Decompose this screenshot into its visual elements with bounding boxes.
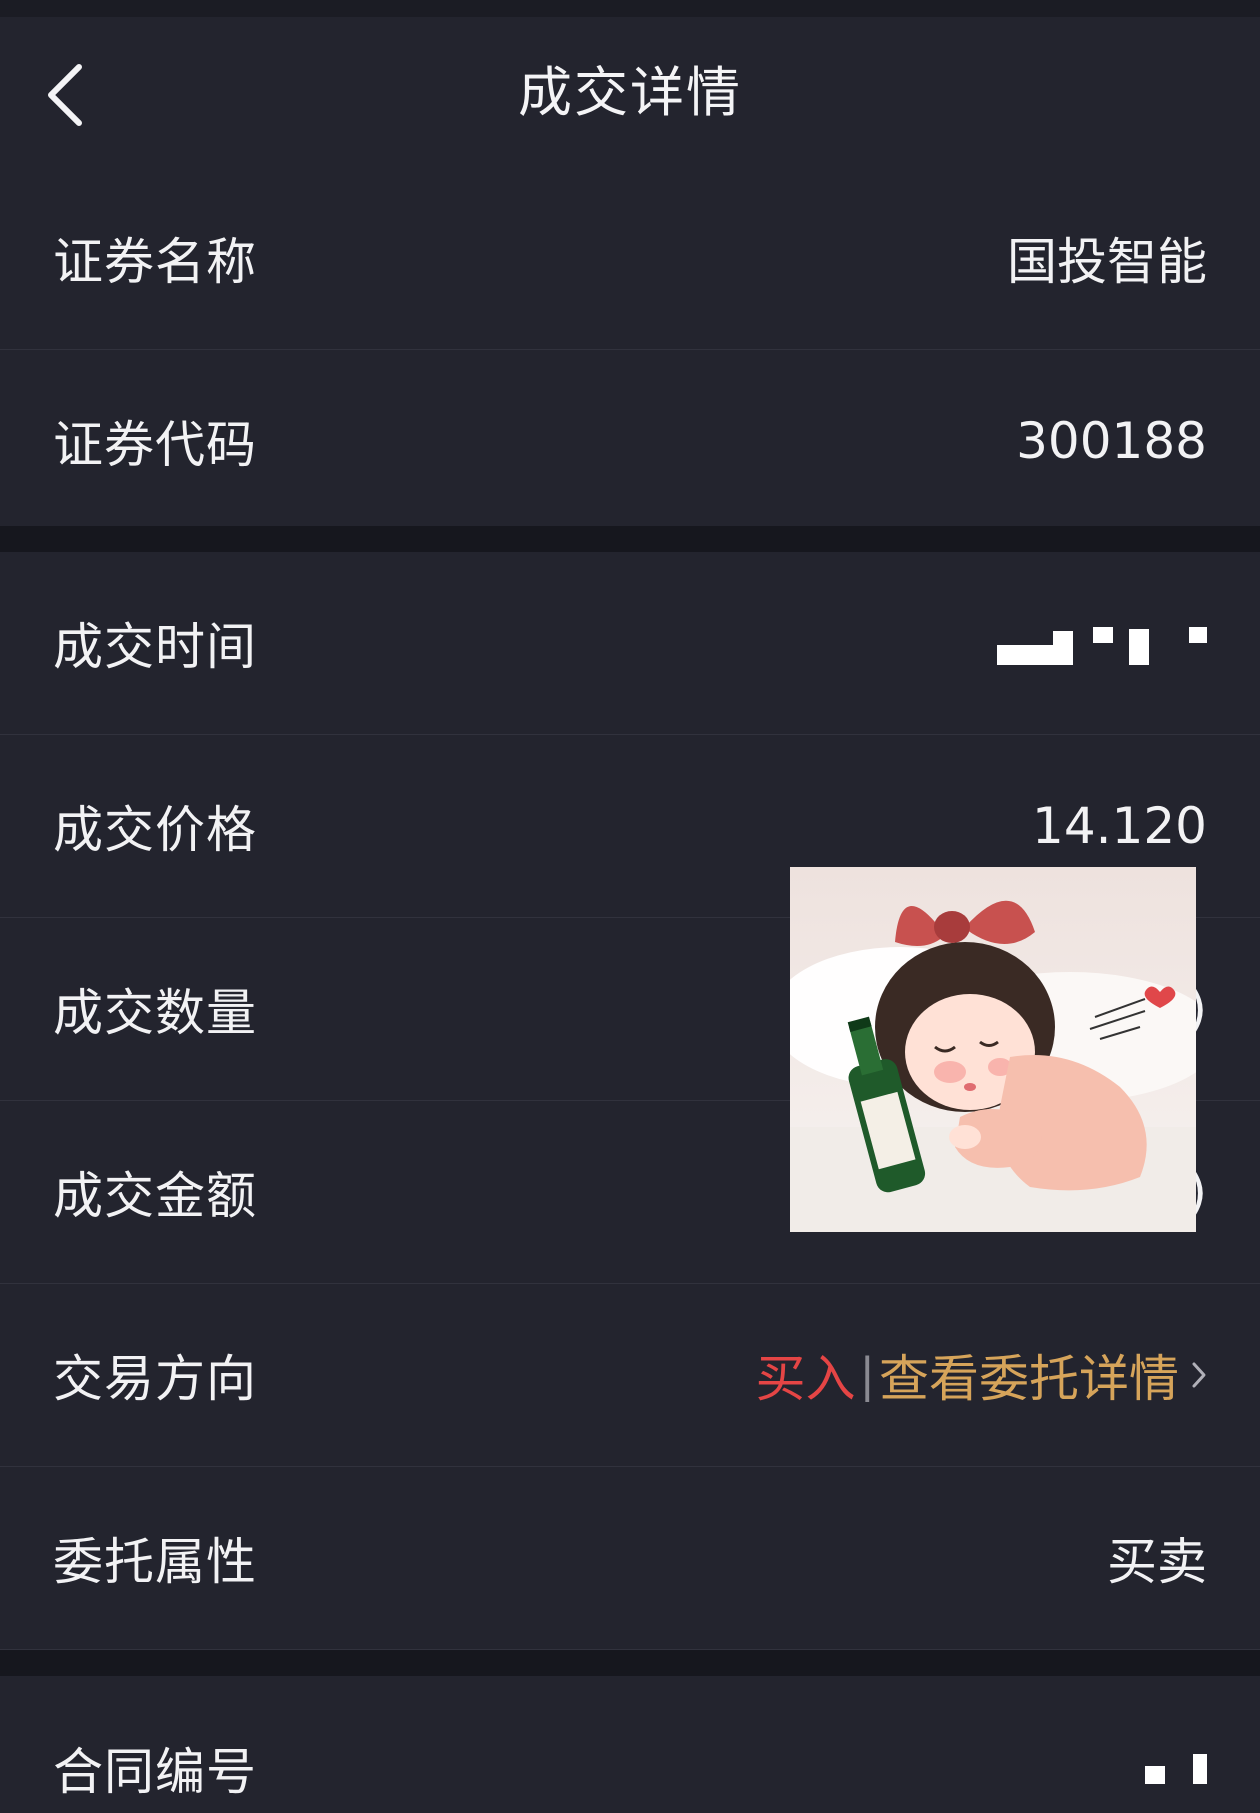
row-label: 交易方向	[53, 1350, 257, 1408]
row-label: 成交价格	[53, 801, 257, 859]
row-label: 成交时间	[53, 618, 257, 676]
row-label: 合同编号	[53, 1742, 257, 1801]
row-security-code: 证券代码 300188	[0, 350, 1260, 533]
view-order-detail-label: 查看委托详情	[879, 1350, 1179, 1408]
row-trade-direction: 交易方向 买入 | 查看委托详情	[0, 1284, 1260, 1467]
row-label: 成交数量	[53, 984, 257, 1042]
direction-badge: 买入	[755, 1350, 856, 1408]
row-label: 委托属性	[53, 1533, 257, 1591]
row-value: 买卖	[1107, 1533, 1207, 1591]
section-divider	[0, 1650, 1260, 1676]
redacted-mark	[997, 613, 1207, 673]
row-value: 买入 | 查看委托详情	[756, 1284, 1208, 1466]
nav-header: 成交详情	[0, 17, 1260, 167]
row-label: 成交金额	[53, 1167, 257, 1225]
row-label: 证券名称	[53, 233, 257, 291]
row-value-masked	[1145, 1676, 1207, 1813]
section-divider	[0, 526, 1260, 552]
separator: |	[859, 1348, 876, 1402]
row-contract-number: 合同编号	[0, 1676, 1260, 1813]
row-order-attribute: 委托属性 买卖	[0, 1467, 1260, 1650]
status-bar	[0, 0, 1260, 17]
row-security-name: 证券名称 国投智能	[0, 167, 1260, 350]
view-order-detail-link[interactable]: 查看委托详情	[879, 1339, 1207, 1411]
row-label: 证券代码	[53, 416, 257, 474]
row-value-masked	[997, 552, 1207, 734]
redacted-mark	[1145, 1738, 1207, 1798]
row-trade-time: 成交时间	[0, 552, 1260, 735]
row-value: 国投智能	[1007, 233, 1207, 291]
page-title: 成交详情	[518, 61, 742, 124]
chevron-right-icon	[1192, 1362, 1206, 1388]
row-value: 300188	[1016, 412, 1207, 470]
sticker-image	[790, 867, 1196, 1232]
